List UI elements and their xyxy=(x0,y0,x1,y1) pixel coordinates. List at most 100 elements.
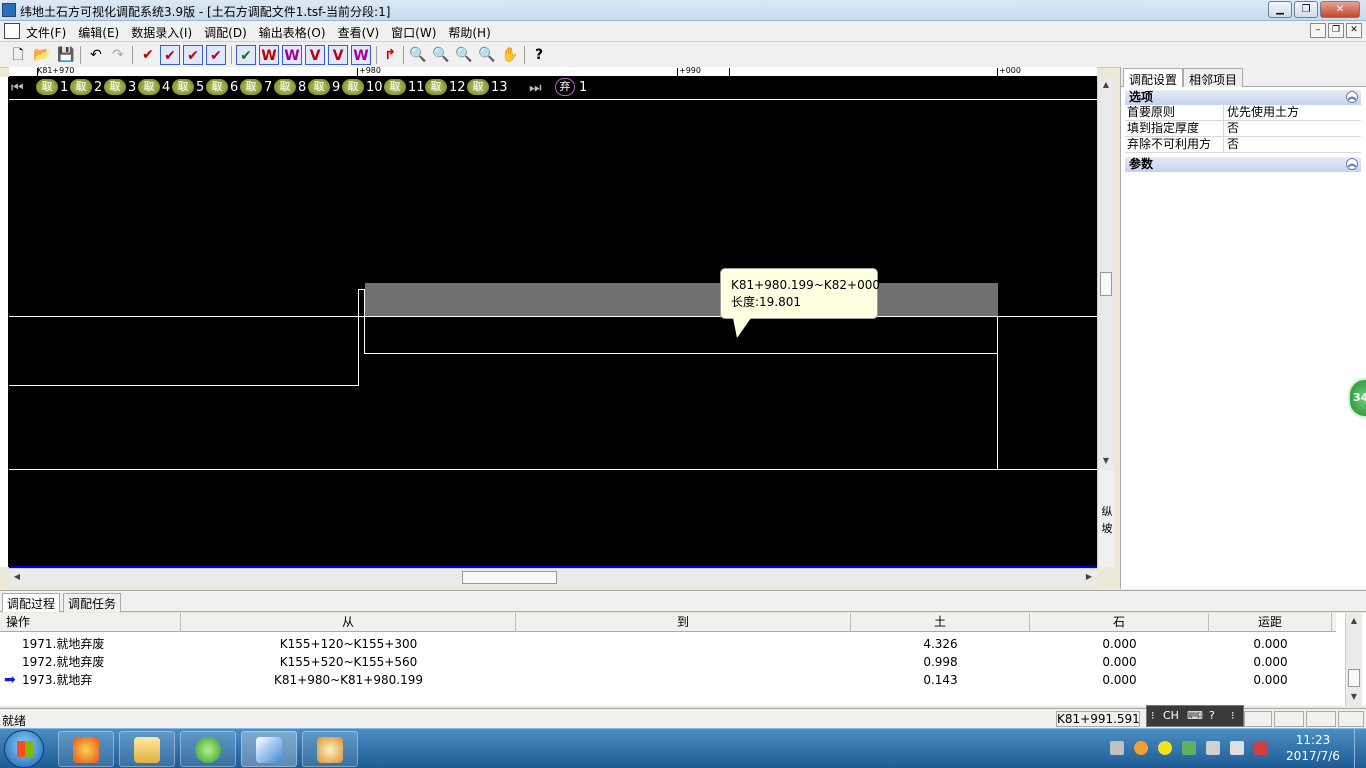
scroll-left-icon[interactable]: ◀ xyxy=(9,569,25,585)
taskbar-clock[interactable]: 11:23 2017/7/6 xyxy=(1278,732,1348,764)
add-icon[interactable] xyxy=(1158,741,1172,755)
menu-dispatch[interactable]: 调配(D) xyxy=(204,24,247,41)
new-icon[interactable]: 🗋 xyxy=(8,45,28,65)
option-row[interactable]: 填到指定厚度 否 xyxy=(1125,121,1361,137)
tray-app-icon[interactable] xyxy=(1134,741,1148,755)
taskbar-app[interactable] xyxy=(302,731,358,767)
column-distance[interactable]: 运距 xyxy=(1209,613,1332,632)
collapse-icon[interactable]: ︽ xyxy=(1346,158,1358,170)
network-icon[interactable] xyxy=(1254,741,1268,755)
option-value[interactable]: 优先使用土方 xyxy=(1227,105,1299,120)
take-button[interactable]: 取 xyxy=(308,79,330,95)
verify-v2-icon[interactable]: V xyxy=(328,45,348,65)
ime-options-icon[interactable]: ⁝ xyxy=(1231,706,1235,726)
table-row[interactable]: 1971.就地弃废 K155+120~K155+300 4.326 0.000 … xyxy=(0,635,1336,653)
show-desktop-button[interactable] xyxy=(1354,729,1366,768)
collapse-icon[interactable]: ︽ xyxy=(1346,91,1358,103)
scroll-down-icon[interactable]: ▼ xyxy=(1098,453,1114,469)
check-box-icon[interactable]: ✔ xyxy=(160,45,180,65)
ime-icon[interactable]: ⁝ xyxy=(1151,706,1155,726)
scroll-up-icon[interactable]: ▲ xyxy=(1098,77,1114,93)
option-value[interactable]: 否 xyxy=(1227,121,1239,136)
segment-number[interactable]: 12 xyxy=(449,80,466,95)
dispatch-canvas[interactable]: ⏮ 取 1 取 2 取 3 取 4 取 5 取 6 取 7 取 8 取 9 取 … xyxy=(9,77,1097,567)
take-button[interactable]: 取 xyxy=(342,79,364,95)
column-from[interactable]: 从 xyxy=(181,613,516,632)
device-icon[interactable] xyxy=(1206,741,1220,755)
start-button[interactable] xyxy=(4,730,44,768)
ime-language[interactable]: CH xyxy=(1163,706,1179,726)
help-icon[interactable]: ? xyxy=(529,45,549,65)
network-manager-icon[interactable] xyxy=(1182,741,1196,755)
menu-data-input[interactable]: 数据录入(I) xyxy=(131,24,192,41)
segment-number[interactable]: 2 xyxy=(94,80,102,95)
scroll-down-icon[interactable]: ▼ xyxy=(1346,689,1362,705)
scroll-up-icon[interactable]: ▲ xyxy=(1346,613,1362,629)
verify-icon[interactable]: ✔ xyxy=(236,45,256,65)
column-rock[interactable]: 石 xyxy=(1030,613,1209,632)
menu-view[interactable]: 查看(V) xyxy=(338,24,380,41)
first-segment-icon[interactable]: ⏮ xyxy=(11,80,24,96)
segment-number[interactable]: 3 xyxy=(128,80,136,95)
ime-toolbar[interactable]: ⁝ CH ⌨ ? ⁝ xyxy=(1146,705,1244,727)
segment-number[interactable]: 13 xyxy=(491,80,508,95)
verify-v-icon[interactable]: V xyxy=(305,45,325,65)
document-icon[interactable] xyxy=(4,23,20,39)
verify-v3-icon[interactable]: W xyxy=(351,45,371,65)
mdi-close-button[interactable]: ✕ xyxy=(1346,23,1362,38)
pan-icon[interactable]: ✋ xyxy=(500,45,520,65)
check-edit-icon[interactable]: ✔ xyxy=(206,45,226,65)
take-button[interactable]: 取 xyxy=(240,79,262,95)
option-value[interactable]: 否 xyxy=(1227,137,1239,152)
last-segment-icon[interactable]: ⏭ xyxy=(529,80,542,96)
take-button[interactable]: 取 xyxy=(172,79,194,95)
menu-window[interactable]: 窗口(W) xyxy=(391,24,436,41)
zoom-fit-icon[interactable]: 🔍 xyxy=(454,45,474,65)
segment-number[interactable]: 10 xyxy=(366,80,383,95)
close-button[interactable]: ✕ xyxy=(1320,1,1360,18)
segment-number[interactable]: 11 xyxy=(408,80,425,95)
menu-file[interactable]: 文件(F) xyxy=(26,24,66,41)
zoom-in-icon[interactable]: 🔍 xyxy=(408,45,428,65)
vertical-slope-panel[interactable]: 纵坡 xyxy=(1097,470,1114,567)
vertical-scrollbar[interactable]: ▲ ▼ xyxy=(1097,77,1114,469)
maximize-button[interactable]: ❐ xyxy=(1294,1,1318,18)
volume-icon[interactable] xyxy=(1110,741,1124,755)
tab-dispatch-settings[interactable]: 调配设置 xyxy=(1123,68,1184,87)
option-row[interactable]: 弃除不可利用方 否 xyxy=(1125,137,1361,153)
ime-help-icon[interactable]: ? xyxy=(1209,706,1215,726)
take-button[interactable]: 取 xyxy=(138,79,160,95)
tab-dispatch-tasks[interactable]: 调配任务 xyxy=(63,593,122,612)
save-icon[interactable]: 💾 xyxy=(56,45,76,65)
return-icon[interactable]: ↱ xyxy=(380,45,400,65)
take-button[interactable]: 取 xyxy=(104,79,126,95)
column-operation[interactable]: 操作 xyxy=(0,613,181,632)
signal-icon[interactable] xyxy=(1230,741,1244,755)
scroll-thumb[interactable] xyxy=(1348,669,1360,687)
scroll-right-icon[interactable]: ▶ xyxy=(1081,569,1097,585)
abandon-button[interactable]: 弃 xyxy=(555,78,575,96)
take-button[interactable]: 取 xyxy=(425,79,447,95)
segment-number[interactable]: 8 xyxy=(298,80,306,95)
taskbar-app[interactable] xyxy=(58,731,114,767)
column-soil[interactable]: 土 xyxy=(851,613,1030,632)
horizontal-scrollbar[interactable]: ◀ ▶ xyxy=(9,568,1097,585)
redo-icon[interactable]: ↷ xyxy=(108,45,128,65)
taskbar-app[interactable] xyxy=(119,731,175,767)
table-scrollbar[interactable]: ▲ ▼ xyxy=(1345,613,1362,706)
params-header[interactable]: 参数 ︽ xyxy=(1125,157,1361,172)
segment-number[interactable]: 5 xyxy=(196,80,204,95)
take-button[interactable]: 取 xyxy=(206,79,228,95)
mdi-minimize-button[interactable]: – xyxy=(1310,23,1326,38)
scroll-thumb[interactable] xyxy=(462,571,557,584)
segment-number[interactable]: 9 xyxy=(332,80,340,95)
segment-number[interactable]: 7 xyxy=(264,80,272,95)
verify-w2-icon[interactable]: W xyxy=(282,45,302,65)
menu-help[interactable]: 帮助(H) xyxy=(448,24,490,41)
taskbar-app[interactable] xyxy=(180,731,236,767)
scroll-thumb[interactable] xyxy=(1100,272,1112,296)
open-icon[interactable]: 📂 xyxy=(32,45,52,65)
verify-w-icon[interactable]: W xyxy=(259,45,279,65)
taskbar-app-active[interactable] xyxy=(241,731,297,767)
tab-adjacent-items[interactable]: 相邻项目 xyxy=(1183,68,1244,87)
